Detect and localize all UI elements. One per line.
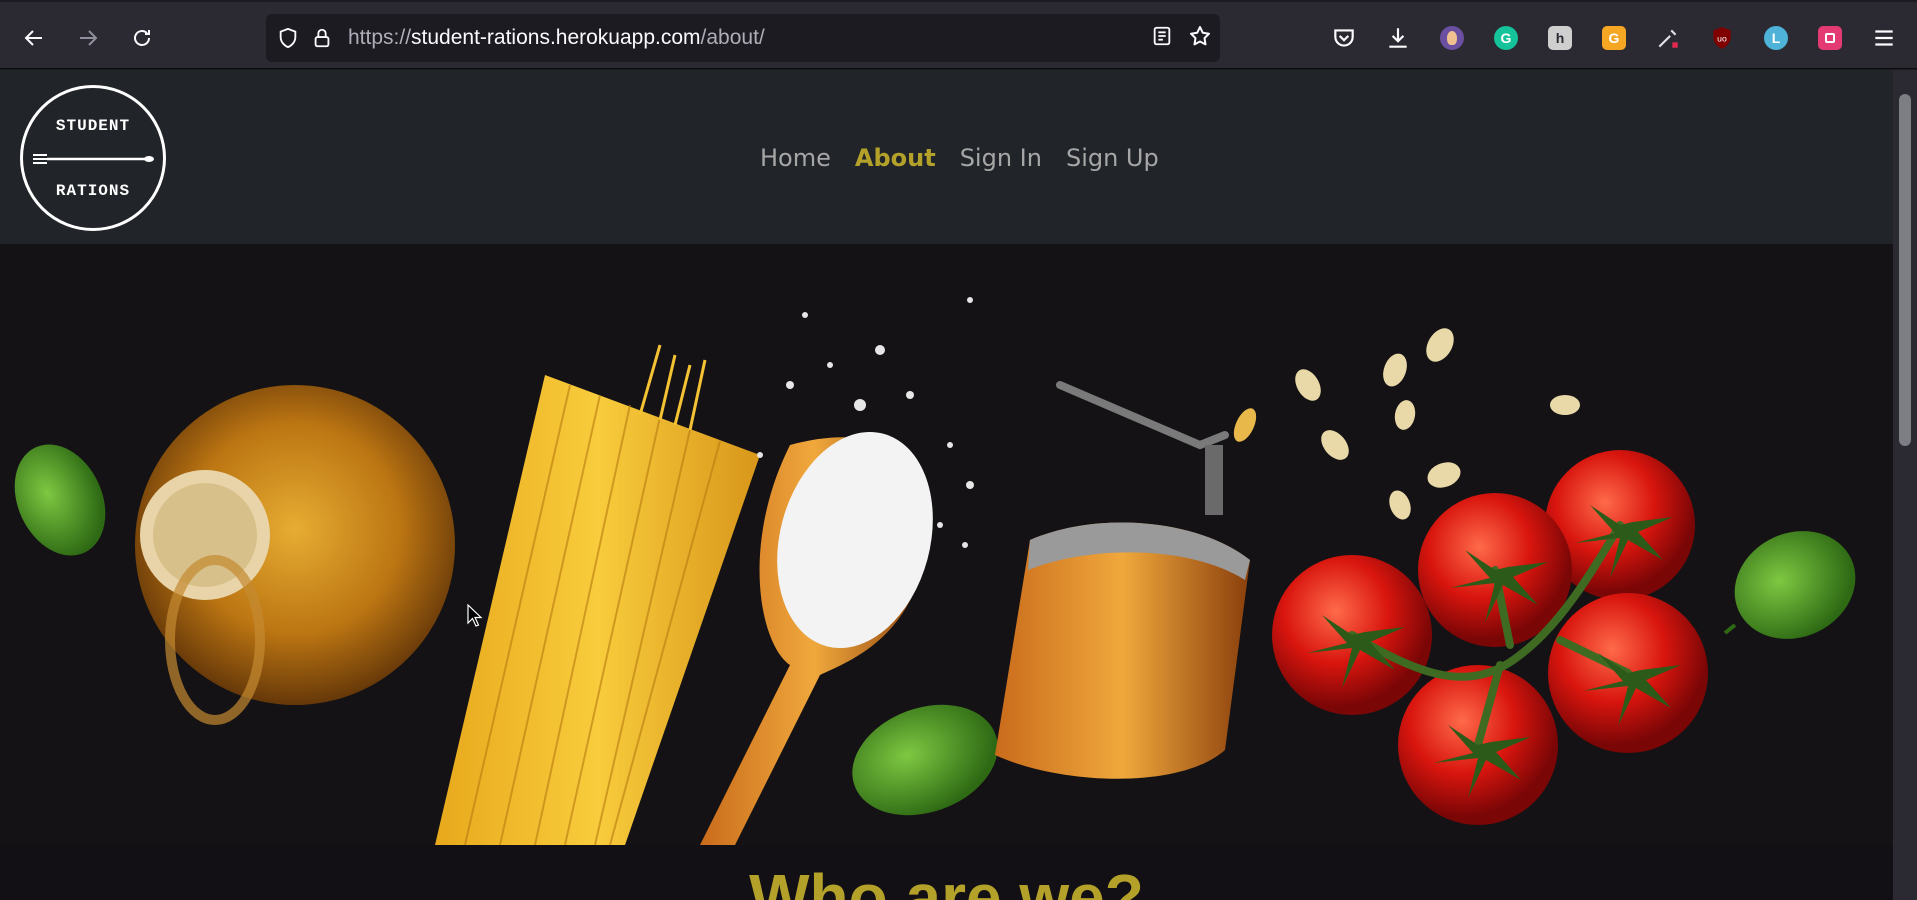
scrollbar-thumb[interactable] xyxy=(1899,94,1911,446)
download-icon[interactable] xyxy=(1380,20,1416,56)
grammarly-extension-icon[interactable]: G xyxy=(1488,20,1524,56)
browser-toolbar: https://student-rations.herokuapp.com/ab… xyxy=(0,0,1917,69)
url-scheme: https:// xyxy=(348,26,412,49)
who-are-we-heading: Who are we? xyxy=(749,861,1144,900)
page-scrollbar[interactable] xyxy=(1893,70,1917,900)
shield-icon[interactable] xyxy=(276,26,300,50)
reload-icon[interactable] xyxy=(124,20,160,56)
url-bar-actions xyxy=(1150,24,1212,48)
nav-home-link[interactable]: Home xyxy=(760,144,831,172)
h-extension-icon[interactable]: h xyxy=(1542,20,1578,56)
url-bar[interactable]: https://student-rations.herokuapp.com/ab… xyxy=(266,14,1220,62)
hero-image xyxy=(0,245,1893,845)
avatar-extension-icon[interactable] xyxy=(1434,20,1470,56)
square-extension-icon[interactable] xyxy=(1812,20,1848,56)
logo-top-text: STUDENT xyxy=(55,117,131,135)
hamburger-menu-icon[interactable] xyxy=(1866,20,1902,56)
back-arrow-icon[interactable] xyxy=(16,20,52,56)
page-viewport: STUDENT RATIONS Home About Sign In Sign … xyxy=(0,70,1917,900)
url-path: /about/ xyxy=(700,26,765,49)
mouse-cursor-icon xyxy=(467,604,483,627)
fork-icon xyxy=(33,154,154,164)
reader-view-icon[interactable] xyxy=(1150,24,1174,48)
eyedropper-extension-icon[interactable] xyxy=(1650,20,1686,56)
svg-text:uo: uo xyxy=(1717,33,1727,43)
star-icon[interactable] xyxy=(1188,24,1212,48)
logo-bottom-text: RATIONS xyxy=(55,182,131,200)
lock-icon[interactable] xyxy=(310,26,334,50)
nav-about-link[interactable]: About xyxy=(855,144,936,172)
site-logo[interactable]: STUDENT RATIONS xyxy=(20,85,166,231)
pocket-icon[interactable] xyxy=(1326,20,1362,56)
forward-arrow-icon[interactable] xyxy=(70,20,106,56)
nav-sign-in-link[interactable]: Sign In xyxy=(960,144,1042,172)
g-extension-icon[interactable]: G xyxy=(1596,20,1632,56)
hero-food-illustration xyxy=(0,245,1893,845)
url-text[interactable]: https://student-rations.herokuapp.com/ab… xyxy=(348,26,765,50)
toolbar-icons: G h G uo L xyxy=(1326,20,1902,56)
l-extension-icon[interactable]: L xyxy=(1758,20,1794,56)
tab-strip-edge xyxy=(0,0,1917,2)
ublock-extension-icon[interactable]: uo xyxy=(1704,20,1740,56)
main-nav: Home About Sign In Sign Up xyxy=(760,144,1159,172)
url-host: student-rations.herokuapp.com xyxy=(411,26,701,49)
nav-sign-up-link[interactable]: Sign Up xyxy=(1066,144,1159,172)
site-header: STUDENT RATIONS Home About Sign In Sign … xyxy=(0,70,1893,244)
